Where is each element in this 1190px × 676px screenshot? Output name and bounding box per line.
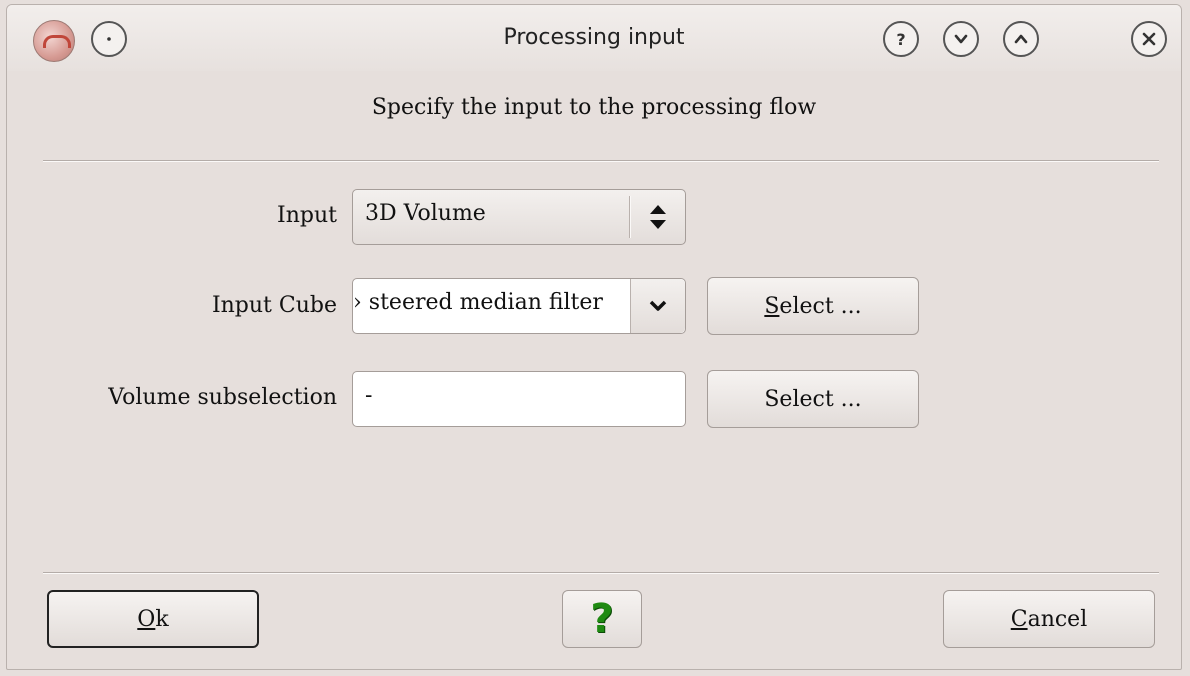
dialog-window: Processing input ? Specify the input to … bbox=[6, 4, 1182, 670]
input-cube-select-button[interactable]: Select ... bbox=[707, 277, 919, 335]
input-type-value: 3D Volume bbox=[365, 201, 486, 226]
input-label: Input bbox=[277, 203, 337, 228]
question-mark-icon: ? bbox=[590, 596, 614, 642]
minimize-icon[interactable] bbox=[943, 21, 979, 57]
chevron-down-icon[interactable] bbox=[630, 279, 685, 333]
input-cube-label: Input Cube bbox=[211, 293, 337, 318]
title-bar[interactable]: Processing input ? bbox=[7, 5, 1181, 71]
volume-subselection-select-button[interactable]: Select ... bbox=[707, 370, 919, 428]
input-cube-value[interactable]: › steered median filter bbox=[353, 290, 629, 315]
dialog-heading: Specify the input to the processing flow bbox=[371, 95, 817, 120]
top-separator bbox=[43, 160, 1159, 162]
bottom-separator bbox=[43, 572, 1159, 574]
input-cube-combo[interactable]: › steered median filter bbox=[352, 278, 686, 334]
cancel-mnemonic: C bbox=[1010, 606, 1028, 632]
volume-subselection-field[interactable]: - bbox=[352, 371, 686, 427]
cancel-button[interactable]: Cancel bbox=[943, 590, 1155, 648]
svg-text:?: ? bbox=[896, 30, 905, 49]
volume-subselection-value: - bbox=[365, 383, 373, 408]
select-mnemonic: S bbox=[764, 293, 780, 319]
spinner-arrows-icon[interactable] bbox=[631, 190, 685, 244]
help-icon[interactable]: ? bbox=[883, 21, 919, 57]
ok-label-rest: k bbox=[155, 606, 169, 632]
volume-subselection-label: Volume subselection bbox=[108, 385, 337, 410]
close-icon[interactable] bbox=[1131, 21, 1167, 57]
select-label-rest: elect ... bbox=[779, 293, 862, 319]
ok-mnemonic: O bbox=[137, 606, 156, 632]
help-button[interactable]: ? bbox=[562, 590, 642, 648]
cancel-label-rest: ancel bbox=[1027, 606, 1088, 632]
input-type-combo[interactable]: 3D Volume bbox=[352, 189, 686, 245]
ok-button[interactable]: Ok bbox=[47, 590, 259, 648]
maximize-icon[interactable] bbox=[1003, 21, 1039, 57]
